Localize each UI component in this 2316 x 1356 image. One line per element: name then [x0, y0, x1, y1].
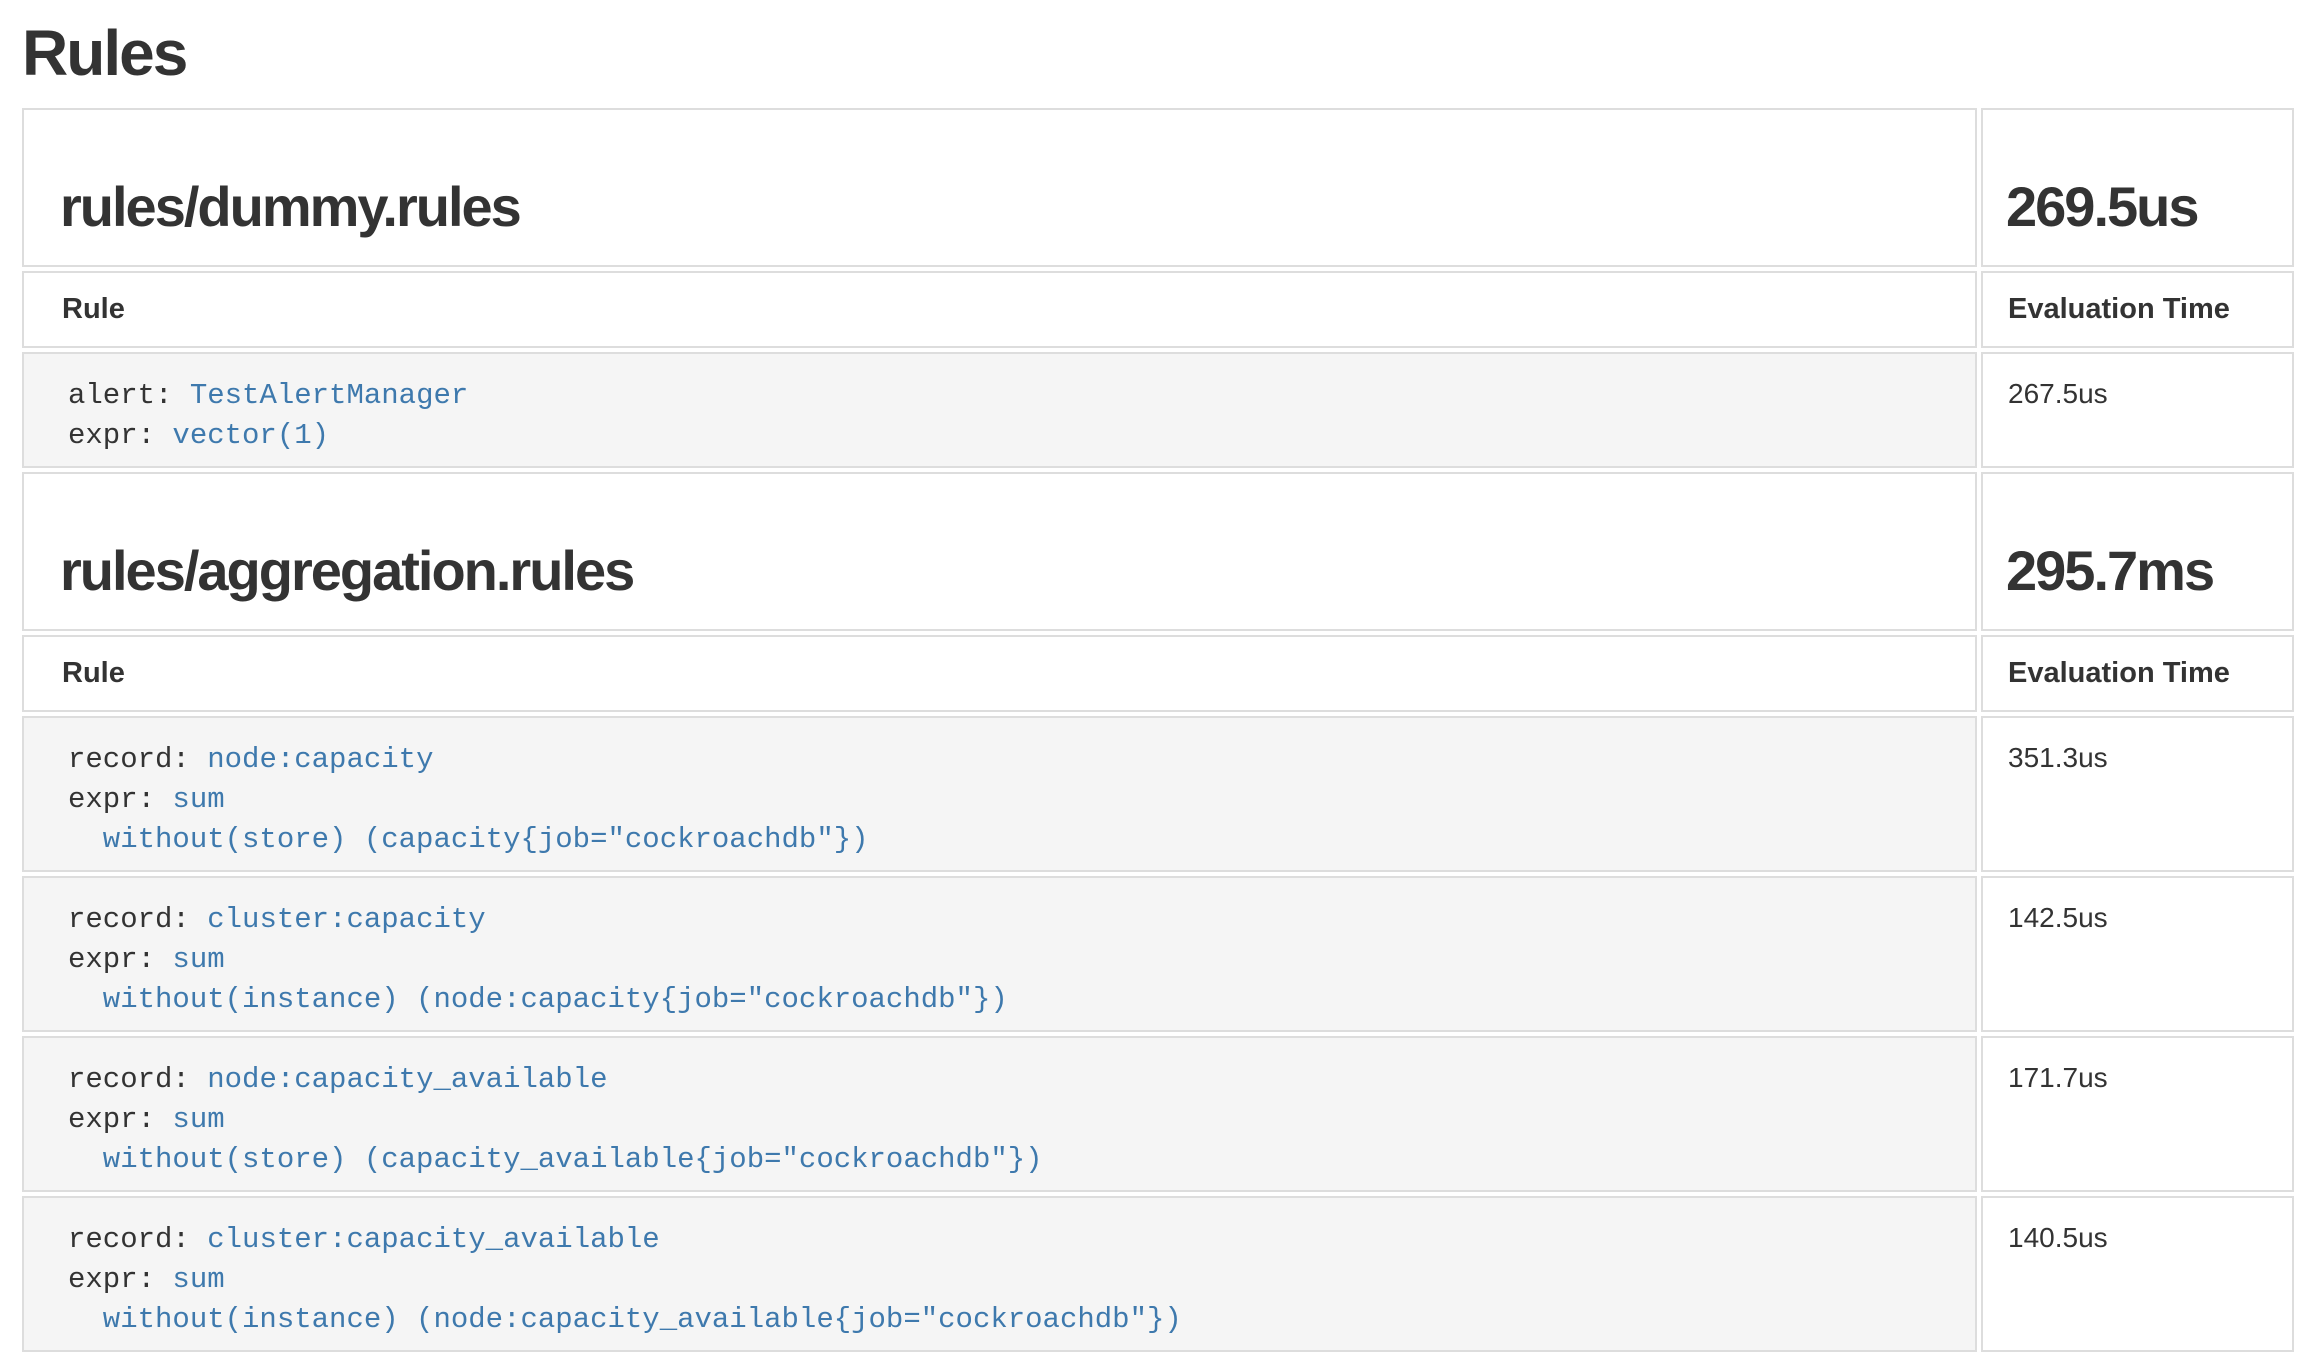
rule-code-line: expr: sum: [68, 940, 1963, 980]
rules-table: rules/dummy.rules 269.5us Rule Evaluatio…: [18, 104, 2298, 1356]
rule-definition-cell: record: cluster:capacity expr: sum witho…: [22, 876, 1977, 1032]
rule-keyword: record:: [68, 743, 207, 776]
rule-keyword: alert:: [68, 379, 190, 412]
rule-code-line: record: cluster:capacity_available: [68, 1220, 1963, 1260]
rule-code-line: without(store) (capacity{job="cockroachd…: [68, 820, 1963, 860]
rule-keyword: record:: [68, 1063, 207, 1096]
rule-keyword: record:: [68, 903, 207, 936]
expr-keyword: expr:: [68, 1103, 172, 1136]
rule-expr-link[interactable]: sum: [172, 943, 224, 976]
rule-column-header: Rule: [22, 271, 1977, 348]
rule-expr-link[interactable]: sum: [172, 1103, 224, 1136]
rule-row: record: node:capacity_available expr: su…: [22, 1036, 2294, 1192]
rule-expr-link[interactable]: without(store) (capacity_available{job="…: [68, 1143, 1043, 1176]
rule-group-eval-time: 269.5us: [2006, 174, 2280, 239]
rule-definition-cell: alert: TestAlertManager expr: vector(1): [22, 352, 1977, 468]
rule-code-line: expr: vector(1): [68, 416, 1963, 456]
rule-eval-time: 142.5us: [1981, 876, 2294, 1032]
rule-expr-link[interactable]: without(store) (capacity{job="cockroachd…: [68, 823, 869, 856]
rule-name-link[interactable]: node:capacity_available: [207, 1063, 607, 1096]
rule-code-line: expr: sum: [68, 1260, 1963, 1300]
rule-row: record: cluster:capacity expr: sum witho…: [22, 876, 2294, 1032]
rule-code-line: alert: TestAlertManager: [68, 376, 1963, 416]
rule-column-header: Rule: [22, 635, 1977, 712]
expr-keyword: expr:: [68, 419, 172, 452]
rule-code-line: record: cluster:capacity: [68, 900, 1963, 940]
rule-name-link[interactable]: cluster:capacity_available: [207, 1223, 659, 1256]
rule-code-line: expr: sum: [68, 780, 1963, 820]
rule-name-link[interactable]: cluster:capacity: [207, 903, 485, 936]
expr-keyword: expr:: [68, 783, 172, 816]
rule-eval-time: 267.5us: [1981, 352, 2294, 468]
rule-code-line: without(instance) (node:capacity{job="co…: [68, 980, 1963, 1020]
rules-header-row: Rule Evaluation Time: [22, 271, 2294, 348]
rule-expr-link[interactable]: without(instance) (node:capacity_availab…: [68, 1303, 1182, 1336]
rule-row: record: node:capacity expr: sum without(…: [22, 716, 2294, 872]
expr-keyword: expr:: [68, 943, 172, 976]
rule-name-link[interactable]: TestAlertManager: [190, 379, 468, 412]
rule-expr-link[interactable]: sum: [172, 1263, 224, 1296]
rule-group-header-row: rules/aggregation.rules 295.7ms: [22, 472, 2294, 631]
rule-group-eval-time: 295.7ms: [2006, 538, 2280, 603]
rule-eval-time: 351.3us: [1981, 716, 2294, 872]
rule-eval-time: 140.5us: [1981, 1196, 2294, 1352]
rule-group-name: rules/aggregation.rules: [60, 538, 1963, 603]
rule-definition-cell: record: node:capacity expr: sum without(…: [22, 716, 1977, 872]
rules-header-row: Rule Evaluation Time: [22, 635, 2294, 712]
rule-code-line: record: node:capacity: [68, 740, 1963, 780]
rule-code-line: record: node:capacity_available: [68, 1060, 1963, 1100]
rule-expr-link[interactable]: without(instance) (node:capacity{job="co…: [68, 983, 1008, 1016]
rule-keyword: record:: [68, 1223, 207, 1256]
rule-name-link[interactable]: node:capacity: [207, 743, 433, 776]
rule-row: record: cluster:capacity_available expr:…: [22, 1196, 2294, 1352]
rule-expr-link[interactable]: vector(1): [172, 419, 329, 452]
rule-group-time-cell: 295.7ms: [1981, 472, 2294, 631]
evaluation-time-column-header: Evaluation Time: [1981, 635, 2294, 712]
rule-group-name-cell: rules/dummy.rules: [22, 108, 1977, 267]
rule-group-time-cell: 269.5us: [1981, 108, 2294, 267]
rule-group-name-cell: rules/aggregation.rules: [22, 472, 1977, 631]
rule-code-line: without(instance) (node:capacity_availab…: [68, 1300, 1963, 1340]
rule-code-line: without(store) (capacity_available{job="…: [68, 1140, 1963, 1180]
evaluation-time-column-header: Evaluation Time: [1981, 271, 2294, 348]
rule-eval-time: 171.7us: [1981, 1036, 2294, 1192]
rule-group-header-row: rules/dummy.rules 269.5us: [22, 108, 2294, 267]
expr-keyword: expr:: [68, 1263, 172, 1296]
page-title: Rules: [22, 16, 2298, 90]
rule-group-name: rules/dummy.rules: [60, 174, 1963, 239]
rule-expr-link[interactable]: sum: [172, 783, 224, 816]
rule-definition-cell: record: cluster:capacity_available expr:…: [22, 1196, 1977, 1352]
rule-row: alert: TestAlertManager expr: vector(1) …: [22, 352, 2294, 468]
rule-definition-cell: record: node:capacity_available expr: su…: [22, 1036, 1977, 1192]
rule-code-line: expr: sum: [68, 1100, 1963, 1140]
